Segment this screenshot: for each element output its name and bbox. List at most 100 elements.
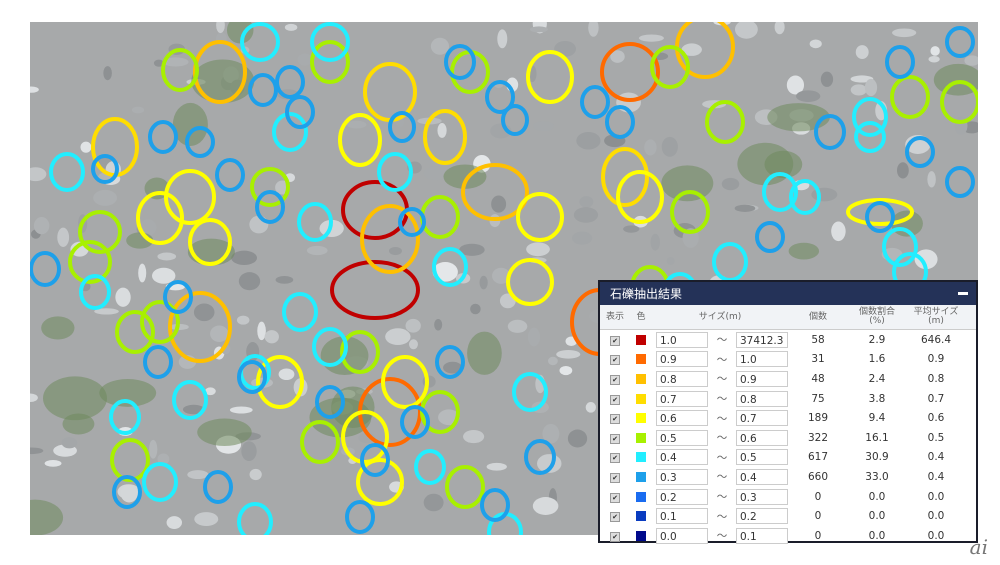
range-separator: 〜 (716, 432, 728, 445)
size-from-input[interactable]: 0.5 (656, 429, 708, 446)
gravel (470, 303, 481, 315)
gravel (157, 252, 177, 261)
size-from-input[interactable]: 0.6 (656, 410, 708, 427)
gravel (264, 330, 279, 344)
gravel (257, 321, 266, 341)
gravel (30, 167, 47, 182)
color-swatch[interactable] (636, 413, 646, 424)
size-from-input[interactable]: 0.1 (656, 508, 708, 525)
show-checkbox[interactable]: ✔ (610, 453, 620, 464)
detected-stone-outline (600, 42, 660, 102)
color-swatch[interactable] (636, 334, 646, 345)
col-avg: 平均サイズ (m) (913, 307, 959, 326)
show-checkbox[interactable]: ✔ (610, 335, 620, 346)
color-swatch[interactable] (636, 354, 646, 365)
size-from-input[interactable]: 0.3 (656, 468, 708, 485)
range-separator: 〜 (716, 373, 728, 386)
minus-icon[interactable] (958, 292, 968, 295)
color-swatch[interactable] (636, 393, 646, 404)
gravel (831, 221, 846, 242)
show-checkbox[interactable]: ✔ (610, 433, 620, 444)
color-swatch[interactable] (636, 373, 646, 384)
gravel (650, 233, 660, 251)
size-to-input[interactable]: 0.1 (736, 527, 788, 544)
size-from-input[interactable]: 0.2 (656, 488, 708, 505)
size-to-input[interactable]: 0.8 (736, 390, 788, 407)
detected-stone-outline (203, 470, 233, 504)
count-cell: 617 (807, 451, 829, 464)
size-from-input[interactable]: 0.8 (656, 370, 708, 387)
detected-stone-outline (705, 100, 745, 144)
gravel (567, 429, 588, 448)
show-checkbox[interactable]: ✔ (610, 355, 620, 366)
avg-size-cell: 0.8 (927, 372, 945, 385)
show-checkbox[interactable]: ✔ (610, 414, 620, 425)
table-row: ✔ 0.9 〜 1.0 31 1.6 0.9 (600, 350, 976, 370)
range-separator: 〜 (716, 451, 728, 464)
gravel (166, 516, 182, 530)
count-cell: 31 (811, 353, 825, 366)
gravel (497, 29, 508, 49)
gravel (529, 26, 548, 33)
gravel (236, 315, 250, 325)
show-checkbox[interactable]: ✔ (610, 531, 620, 542)
ratio-cell: 3.8 (868, 392, 886, 405)
size-to-input[interactable]: 0.6 (736, 429, 788, 446)
size-from-input[interactable]: 1.0 (656, 331, 708, 348)
vegetation (661, 165, 714, 202)
vegetation (62, 413, 95, 435)
gravel (486, 462, 507, 471)
detected-stone-outline (282, 292, 318, 332)
col-show: 表示 (605, 311, 624, 322)
size-from-input[interactable]: 0.9 (656, 351, 708, 368)
ratio-cell: 0.0 (868, 490, 886, 503)
detected-stone-outline (516, 192, 564, 242)
show-checkbox[interactable]: ✔ (610, 394, 620, 405)
gravel (479, 275, 488, 290)
color-swatch[interactable] (636, 511, 646, 522)
color-swatch[interactable] (636, 530, 646, 541)
avg-size-cell: 646.4 (920, 333, 952, 346)
size-to-input[interactable]: 0.3 (736, 488, 788, 505)
color-swatch[interactable] (636, 471, 646, 482)
size-from-input[interactable]: 0.0 (656, 527, 708, 544)
size-to-input[interactable]: 0.4 (736, 468, 788, 485)
range-separator: 〜 (716, 334, 728, 347)
size-to-input[interactable]: 1.0 (736, 351, 788, 368)
avg-size-cell: 0.4 (927, 451, 945, 464)
size-to-input[interactable]: 37412.3 (736, 331, 788, 348)
gravel (864, 78, 878, 97)
show-checkbox[interactable]: ✔ (610, 492, 620, 503)
size-from-input[interactable]: 0.4 (656, 449, 708, 466)
show-checkbox[interactable]: ✔ (610, 512, 620, 523)
size-to-input[interactable]: 0.5 (736, 449, 788, 466)
avg-size-cell: 0.0 (927, 490, 945, 503)
show-checkbox[interactable]: ✔ (610, 472, 620, 483)
ratio-cell: 0.0 (868, 529, 886, 542)
detected-stone-outline (814, 114, 846, 150)
detected-stone-outline (248, 73, 278, 107)
size-from-input[interactable]: 0.7 (656, 390, 708, 407)
color-swatch[interactable] (636, 432, 646, 443)
gravel (666, 257, 675, 265)
detected-stone-outline (30, 251, 61, 287)
show-checkbox[interactable]: ✔ (610, 374, 620, 385)
detected-stone-outline (148, 120, 178, 154)
gravel (385, 328, 411, 346)
size-to-input[interactable]: 0.2 (736, 508, 788, 525)
color-swatch[interactable] (636, 491, 646, 502)
ratio-cell: 33.0 (865, 470, 889, 483)
size-to-input[interactable]: 0.9 (736, 370, 788, 387)
count-cell: 58 (811, 333, 825, 346)
avg-size-cell: 0.4 (927, 470, 945, 483)
gravel (930, 46, 940, 56)
gravel (556, 350, 581, 359)
ratio-cell: 1.6 (868, 353, 886, 366)
size-to-input[interactable]: 0.7 (736, 410, 788, 427)
range-separator: 〜 (716, 393, 728, 406)
color-swatch[interactable] (636, 452, 646, 463)
range-separator: 〜 (716, 530, 728, 543)
col-count: 個数 (808, 311, 827, 322)
gravel (284, 23, 298, 31)
gravel (103, 66, 112, 81)
